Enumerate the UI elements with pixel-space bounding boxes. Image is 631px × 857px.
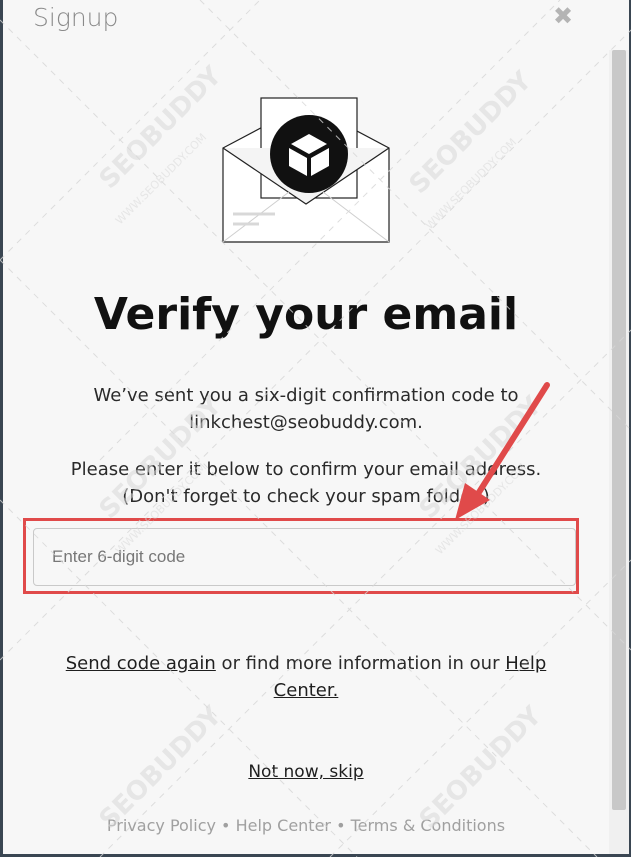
- footer-help-center-link[interactable]: Help Center: [236, 816, 331, 835]
- envelope-with-cube-icon: [222, 97, 390, 243]
- privacy-policy-link[interactable]: Privacy Policy: [107, 816, 216, 835]
- footer-separator: •: [215, 816, 236, 835]
- confirmation-text: We’ve sent you a six-digit confirmation …: [93, 385, 519, 406]
- scrollbar[interactable]: [609, 50, 629, 854]
- confirmation-message: We’ve sent you a six-digit confirmation …: [3, 382, 609, 436]
- user-email: linkchest@seobuddy.com.: [189, 412, 423, 433]
- code-input[interactable]: [33, 528, 576, 586]
- help-middle-text: or find more information in our: [215, 653, 506, 674]
- modal-title-bar: Signup ✖: [3, 0, 629, 56]
- instruction-message: Please enter it below to confirm your em…: [3, 456, 609, 510]
- send-code-again-link[interactable]: Send code again: [66, 653, 216, 674]
- page-title: Verify your email: [93, 289, 519, 340]
- skip-link[interactable]: Not now, skip: [3, 762, 609, 782]
- footer-links: Privacy Policy • Help Center • Terms & C…: [3, 816, 609, 835]
- help-text: Send code again or find more information…: [43, 650, 569, 704]
- modal-title: Signup: [33, 3, 119, 32]
- close-icon[interactable]: ✖: [551, 4, 575, 28]
- footer-separator: •: [331, 816, 351, 835]
- instruction-text: Please enter it below to confirm your em…: [70, 459, 542, 480]
- signup-modal: Signup ✖ Verify your email We’ve sent yo…: [3, 0, 629, 854]
- scrollbar-thumb[interactable]: [612, 50, 626, 810]
- terms-link[interactable]: Terms & Conditions: [351, 816, 505, 835]
- spam-reminder-text: (Don't forget to check your spam folder.…: [122, 486, 490, 507]
